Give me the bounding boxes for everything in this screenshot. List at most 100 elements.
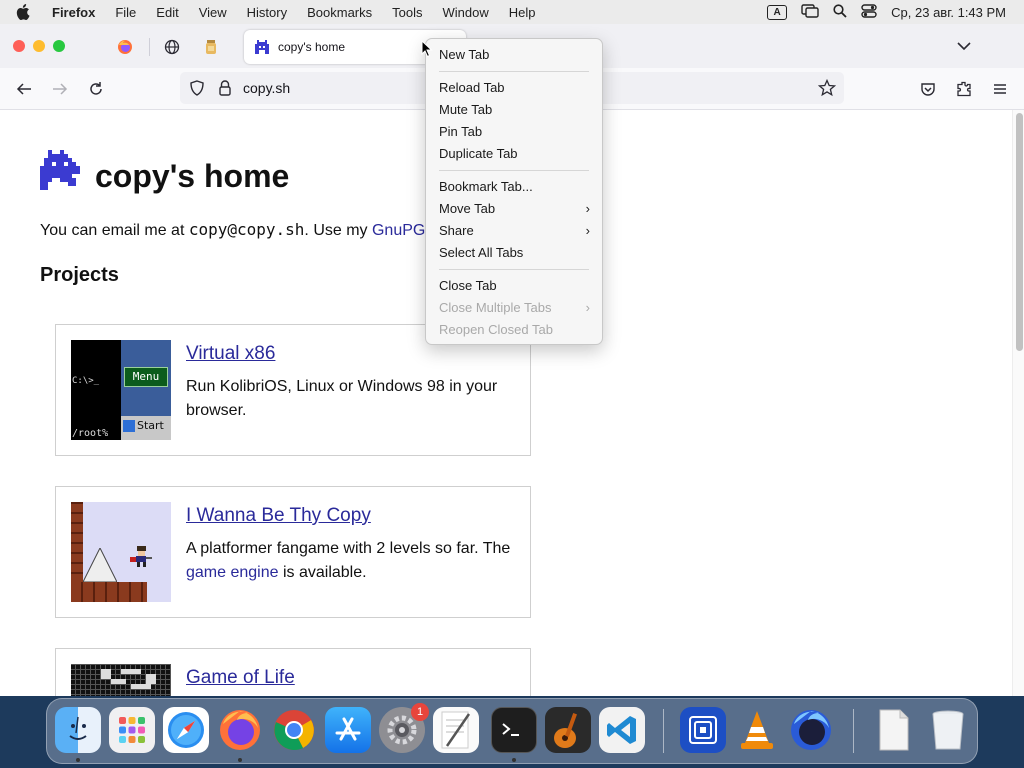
bookmark-star-icon[interactable] bbox=[817, 78, 837, 102]
menu-tools[interactable]: Tools bbox=[392, 5, 422, 20]
launchpad-icon[interactable] bbox=[109, 707, 155, 753]
menu-item-move-tab[interactable]: Move Tab › bbox=[426, 198, 602, 220]
active-tab-title: copy's home bbox=[278, 40, 345, 54]
extensions-button[interactable] bbox=[953, 78, 975, 100]
thumb-start: Start bbox=[137, 419, 164, 432]
menu-item-pin-tab[interactable]: Pin Tab bbox=[426, 121, 602, 143]
running-indicator bbox=[238, 758, 242, 762]
menu-item-label: Move Tab bbox=[439, 201, 496, 216]
arrow-left-icon bbox=[16, 83, 31, 95]
textedit-icon[interactable] bbox=[433, 707, 479, 753]
reload-button[interactable] bbox=[85, 78, 107, 100]
firefox-dev-icon[interactable] bbox=[788, 707, 834, 753]
close-window-button[interactable] bbox=[13, 40, 25, 52]
page-scrollbar[interactable] bbox=[1012, 110, 1024, 696]
dock-separator bbox=[663, 709, 664, 753]
email-address: copy@copy.sh bbox=[188, 220, 305, 239]
back-button[interactable] bbox=[13, 78, 35, 100]
menu-app-name[interactable]: Firefox bbox=[52, 5, 95, 20]
menu-history[interactable]: History bbox=[247, 5, 287, 20]
safari-icon[interactable] bbox=[163, 707, 209, 753]
ftp-app-icon[interactable] bbox=[680, 707, 726, 753]
thumb-prompt: C:\>_ bbox=[72, 376, 100, 386]
downloads-stack-icon[interactable] bbox=[871, 707, 917, 753]
input-source-indicator[interactable]: A bbox=[767, 4, 788, 20]
garageband-icon[interactable] bbox=[545, 707, 591, 753]
jar-icon bbox=[206, 40, 216, 54]
site-lock-icon[interactable] bbox=[217, 79, 233, 102]
kid-character-icon bbox=[130, 546, 152, 567]
pinned-tab-globe[interactable] bbox=[157, 34, 187, 60]
terminal-icon[interactable] bbox=[491, 707, 537, 753]
menu-item-label: New Tab bbox=[439, 47, 490, 62]
menu-item-select-all-tabs[interactable]: Select All Tabs bbox=[426, 242, 602, 264]
tracking-protection-shield-icon[interactable] bbox=[189, 80, 205, 101]
spike-icon bbox=[83, 548, 117, 582]
description-prefix: A platformer fangame with 2 levels so fa… bbox=[186, 540, 511, 557]
submenu-chevron-right-icon: › bbox=[585, 201, 590, 216]
trash-icon[interactable] bbox=[925, 707, 971, 753]
menu-window[interactable]: Window bbox=[443, 5, 489, 20]
macos-dock: 1 bbox=[46, 698, 978, 764]
running-indicator bbox=[512, 758, 516, 762]
url-text[interactable]: copy.sh bbox=[243, 80, 290, 96]
pinned-tab-firefox[interactable] bbox=[110, 34, 140, 60]
list-all-tabs-button[interactable] bbox=[954, 36, 974, 56]
menu-item-label: Bookmark Tab... bbox=[439, 179, 533, 194]
game-engine-link[interactable]: game engine bbox=[186, 564, 279, 581]
thumb-root: /root% bbox=[72, 428, 109, 439]
menu-item-reload-tab[interactable]: Reload Tab bbox=[426, 77, 602, 99]
mouse-cursor-icon bbox=[421, 40, 433, 58]
pinned-tab-jar[interactable] bbox=[196, 34, 226, 60]
menu-clock[interactable]: Ср, 23 авг. 1:43 PM bbox=[891, 5, 1006, 20]
menu-item-duplicate-tab[interactable]: Duplicate Tab bbox=[426, 143, 602, 165]
virtual-x86-thumbnail[interactable]: C:\>_ /root% Menu Start bbox=[71, 340, 171, 440]
vscode-icon[interactable] bbox=[599, 707, 645, 753]
forward-button[interactable] bbox=[49, 78, 71, 100]
minimize-window-button[interactable] bbox=[33, 40, 45, 52]
menu-item-label: Select All Tabs bbox=[439, 245, 524, 260]
menu-item-label: Duplicate Tab bbox=[439, 146, 518, 161]
menu-item-share[interactable]: Share › bbox=[426, 220, 602, 242]
chrome-icon[interactable] bbox=[271, 707, 317, 753]
app-store-icon[interactable] bbox=[325, 707, 371, 753]
control-center-icon[interactable] bbox=[861, 3, 877, 21]
project-card-iwbtc: I Wanna Be Thy Copy A platformer fangame… bbox=[55, 486, 531, 618]
app-menu-button[interactable] bbox=[989, 78, 1011, 100]
game-of-life-thumbnail[interactable] bbox=[71, 664, 171, 696]
scrollbar-thumb[interactable] bbox=[1016, 113, 1023, 351]
finder-icon[interactable] bbox=[55, 707, 101, 753]
spotlight-search-icon[interactable] bbox=[833, 3, 847, 21]
project-title-link[interactable]: Virtual x86 bbox=[186, 343, 275, 365]
menu-item-label: Reload Tab bbox=[439, 80, 505, 95]
menu-help[interactable]: Help bbox=[509, 5, 536, 20]
projects-heading: Projects bbox=[40, 264, 119, 286]
pocket-button[interactable] bbox=[917, 78, 939, 100]
apple-logo-icon[interactable] bbox=[16, 4, 38, 20]
zoom-window-button[interactable] bbox=[53, 40, 65, 52]
menu-item-new-tab[interactable]: New Tab bbox=[426, 44, 602, 66]
vlc-icon[interactable] bbox=[734, 707, 780, 753]
menu-item-label: Close Multiple Tabs bbox=[439, 300, 552, 315]
menu-item-mute-tab[interactable]: Mute Tab bbox=[426, 99, 602, 121]
tab-separator bbox=[149, 38, 150, 56]
project-title-link[interactable]: I Wanna Be Thy Copy bbox=[186, 505, 371, 527]
screen-mirroring-icon[interactable] bbox=[801, 3, 819, 21]
arrow-right-icon bbox=[53, 83, 68, 95]
menu-file[interactable]: File bbox=[115, 5, 136, 20]
project-title-link[interactable]: Game of Life bbox=[186, 667, 295, 689]
system-settings-icon[interactable]: 1 bbox=[379, 703, 429, 753]
menu-bookmarks[interactable]: Bookmarks bbox=[307, 5, 372, 20]
firefox-icon[interactable] bbox=[217, 707, 263, 753]
menu-item-close-tab[interactable]: Close Tab bbox=[426, 275, 602, 297]
menu-view[interactable]: View bbox=[199, 5, 227, 20]
iwbtc-thumbnail[interactable] bbox=[71, 502, 171, 602]
notification-badge: 1 bbox=[411, 703, 429, 721]
tab-context-menu: New Tab Reload Tab Mute Tab Pin Tab Dupl… bbox=[425, 38, 603, 345]
intro-middle: . Use my bbox=[304, 222, 372, 239]
submenu-chevron-right-icon: › bbox=[585, 300, 590, 315]
menu-edit[interactable]: Edit bbox=[156, 5, 178, 20]
menu-separator bbox=[439, 170, 589, 171]
gnupg-link[interactable]: GnuPG bbox=[372, 222, 425, 239]
menu-item-bookmark-tab[interactable]: Bookmark Tab... bbox=[426, 176, 602, 198]
